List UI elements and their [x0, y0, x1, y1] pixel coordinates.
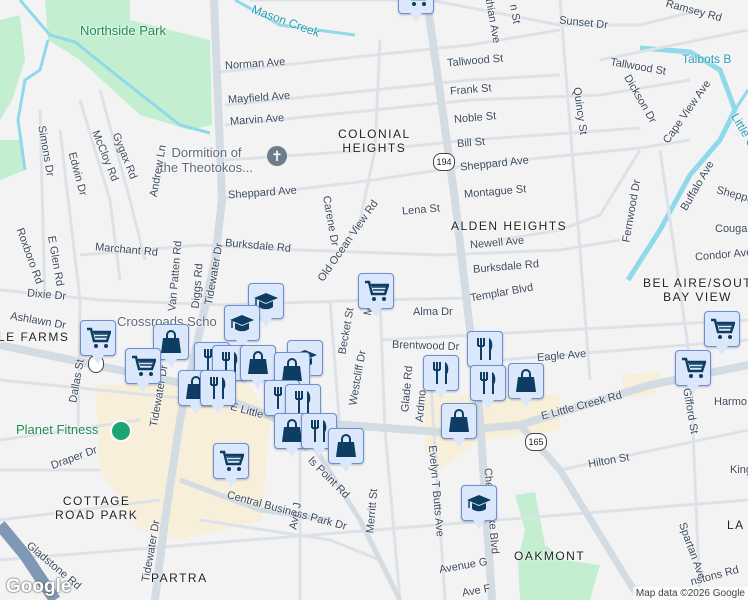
grocery-marker[interactable] [213, 443, 249, 487]
grocery-marker[interactable] [80, 320, 116, 364]
grocery-icon [87, 327, 111, 348]
bag-marker[interactable] [508, 363, 544, 407]
restaurant-marker[interactable] [470, 365, 506, 409]
bag-icon [449, 409, 469, 432]
restaurant-marker[interactable] [423, 355, 459, 399]
school-marker[interactable] [224, 305, 260, 349]
church-icon[interactable]: ✝ [267, 146, 287, 166]
church-label[interactable]: Dormition of the Theotokos... [160, 145, 253, 175]
grocery-marker[interactable] [398, 0, 434, 22]
street-label: Harmo [714, 396, 748, 408]
neighborhood-label: PARTRA [151, 571, 208, 585]
map-attribution[interactable]: Map data ©2026 Google [632, 587, 748, 600]
street-label: Bill St [456, 135, 486, 151]
bag-marker[interactable] [240, 345, 276, 389]
restaurant-icon [477, 338, 493, 360]
neighborhood-label: LA [727, 518, 745, 532]
neighborhood-label: LE FARMS [0, 330, 70, 344]
grocery-marker[interactable] [125, 348, 161, 392]
google-logo: Google [6, 576, 72, 597]
grocery-icon [410, 0, 426, 6]
park-label: Northside Park [80, 23, 166, 38]
grocery-marker[interactable] [675, 350, 711, 394]
restaurant-marker[interactable] [200, 370, 236, 414]
route-165-shield: 165 [525, 433, 547, 451]
bag-icon [248, 351, 268, 374]
grocery-icon [220, 450, 244, 471]
restaurant-icon [210, 377, 226, 399]
school-icon [467, 495, 491, 512]
grocery-icon [682, 357, 706, 378]
neighborhood-label: BEL AIRE/SOUT BAY VIEW [643, 276, 748, 304]
grocery-icon [132, 355, 156, 376]
gym-pin-icon[interactable] [110, 420, 132, 442]
grocery-marker[interactable] [358, 273, 394, 317]
grocery-icon [711, 318, 735, 339]
restaurant-icon [295, 391, 311, 413]
grocery-marker[interactable] [704, 311, 740, 355]
neighborhood-label: OAKMONT [514, 549, 586, 563]
restaurant-icon [433, 362, 449, 384]
school-marker[interactable] [461, 485, 497, 529]
street-label: Alma Dr [413, 306, 453, 318]
neighborhood-label: COLONIAL HEIGHTS [338, 127, 411, 155]
bag-icon [516, 369, 536, 392]
route-194-shield: 194 [433, 153, 455, 171]
neighborhood-label: COTTAGE ROAD PARK [55, 494, 139, 522]
street-label: Cougar [715, 223, 748, 235]
bag-marker[interactable] [441, 403, 477, 447]
bag-icon [336, 434, 356, 457]
neighborhood-label: ALDEN HEIGHTS [451, 219, 568, 233]
bag-icon [161, 330, 181, 353]
grocery-icon [365, 280, 389, 301]
bag-marker[interactable] [328, 428, 364, 472]
street-label: King [730, 464, 748, 476]
water-label: Talbots B [682, 52, 732, 66]
restaurant-icon [480, 372, 496, 394]
school-icon [230, 315, 254, 332]
street-label: Brentwood Dr [391, 338, 460, 354]
restaurant-marker[interactable] [467, 331, 503, 375]
gym-label[interactable]: Planet Fitness [16, 422, 98, 437]
